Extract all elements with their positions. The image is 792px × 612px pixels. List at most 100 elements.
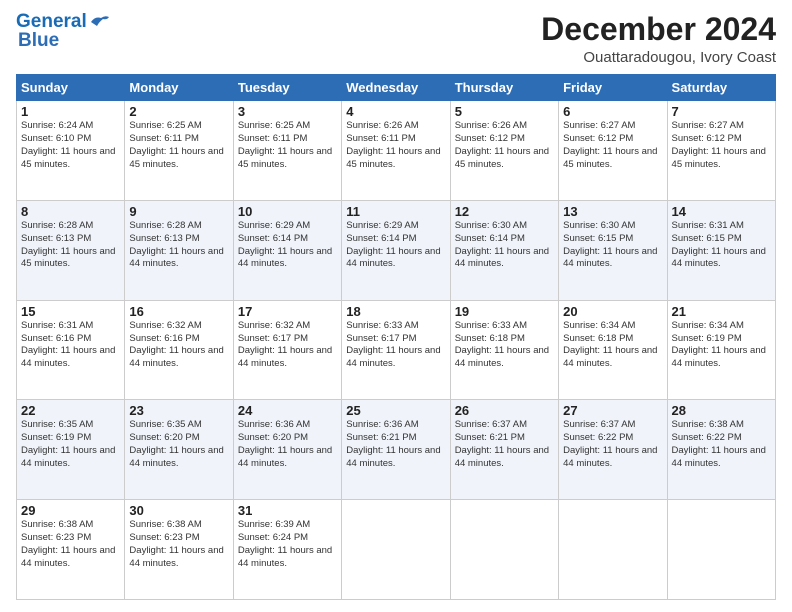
day-number: 26	[455, 403, 554, 418]
day-number: 25	[346, 403, 445, 418]
day-number: 11	[346, 204, 445, 219]
day-info: Sunrise: 6:36 AMSunset: 6:21 PMDaylight:…	[346, 419, 445, 470]
day-cell: 7Sunrise: 6:27 AMSunset: 6:12 PMDaylight…	[667, 101, 775, 201]
day-info: Sunrise: 6:33 AMSunset: 6:18 PMDaylight:…	[455, 320, 554, 371]
day-cell: 13Sunrise: 6:30 AMSunset: 6:15 PMDayligh…	[559, 200, 667, 300]
day-info: Sunrise: 6:29 AMSunset: 6:14 PMDaylight:…	[346, 220, 445, 271]
week-row-1: 1Sunrise: 6:24 AMSunset: 6:10 PMDaylight…	[17, 101, 776, 201]
day-info: Sunrise: 6:32 AMSunset: 6:16 PMDaylight:…	[129, 320, 228, 371]
day-info: Sunrise: 6:37 AMSunset: 6:22 PMDaylight:…	[563, 419, 662, 470]
page: General Blue December 2024 Ouattaradougo…	[0, 0, 792, 612]
day-cell: 28Sunrise: 6:38 AMSunset: 6:22 PMDayligh…	[667, 400, 775, 500]
day-info: Sunrise: 6:31 AMSunset: 6:15 PMDaylight:…	[672, 220, 771, 271]
day-number: 12	[455, 204, 554, 219]
week-row-3: 15Sunrise: 6:31 AMSunset: 6:16 PMDayligh…	[17, 300, 776, 400]
day-info: Sunrise: 6:38 AMSunset: 6:23 PMDaylight:…	[129, 519, 228, 570]
day-cell: 20Sunrise: 6:34 AMSunset: 6:18 PMDayligh…	[559, 300, 667, 400]
day-cell	[342, 500, 450, 600]
day-info: Sunrise: 6:38 AMSunset: 6:22 PMDaylight:…	[672, 419, 771, 470]
day-cell: 22Sunrise: 6:35 AMSunset: 6:19 PMDayligh…	[17, 400, 125, 500]
day-number: 22	[21, 403, 120, 418]
day-cell: 6Sunrise: 6:27 AMSunset: 6:12 PMDaylight…	[559, 101, 667, 201]
day-info: Sunrise: 6:29 AMSunset: 6:14 PMDaylight:…	[238, 220, 337, 271]
day-info: Sunrise: 6:25 AMSunset: 6:11 PMDaylight:…	[238, 120, 337, 171]
day-cell: 5Sunrise: 6:26 AMSunset: 6:12 PMDaylight…	[450, 101, 558, 201]
day-cell: 17Sunrise: 6:32 AMSunset: 6:17 PMDayligh…	[233, 300, 341, 400]
day-cell: 14Sunrise: 6:31 AMSunset: 6:15 PMDayligh…	[667, 200, 775, 300]
day-info: Sunrise: 6:28 AMSunset: 6:13 PMDaylight:…	[129, 220, 228, 271]
day-info: Sunrise: 6:35 AMSunset: 6:19 PMDaylight:…	[21, 419, 120, 470]
day-number: 7	[672, 104, 771, 119]
day-cell	[667, 500, 775, 600]
day-info: Sunrise: 6:33 AMSunset: 6:17 PMDaylight:…	[346, 320, 445, 371]
logo: General Blue	[16, 12, 111, 50]
day-cell: 25Sunrise: 6:36 AMSunset: 6:21 PMDayligh…	[342, 400, 450, 500]
day-info: Sunrise: 6:26 AMSunset: 6:11 PMDaylight:…	[346, 120, 445, 171]
day-info: Sunrise: 6:39 AMSunset: 6:24 PMDaylight:…	[238, 519, 337, 570]
day-number: 10	[238, 204, 337, 219]
day-cell: 19Sunrise: 6:33 AMSunset: 6:18 PMDayligh…	[450, 300, 558, 400]
title-block: December 2024 Ouattaradougou, Ivory Coas…	[541, 12, 776, 66]
day-info: Sunrise: 6:28 AMSunset: 6:13 PMDaylight:…	[21, 220, 120, 271]
day-number: 1	[21, 104, 120, 119]
weekday-friday: Friday	[559, 75, 667, 101]
weekday-saturday: Saturday	[667, 75, 775, 101]
day-info: Sunrise: 6:35 AMSunset: 6:20 PMDaylight:…	[129, 419, 228, 470]
day-info: Sunrise: 6:38 AMSunset: 6:23 PMDaylight:…	[21, 519, 120, 570]
day-number: 28	[672, 403, 771, 418]
day-info: Sunrise: 6:30 AMSunset: 6:15 PMDaylight:…	[563, 220, 662, 271]
day-info: Sunrise: 6:34 AMSunset: 6:18 PMDaylight:…	[563, 320, 662, 371]
day-cell: 11Sunrise: 6:29 AMSunset: 6:14 PMDayligh…	[342, 200, 450, 300]
logo-general: General	[16, 11, 87, 32]
day-cell: 31Sunrise: 6:39 AMSunset: 6:24 PMDayligh…	[233, 500, 341, 600]
weekday-tuesday: Tuesday	[233, 75, 341, 101]
day-number: 16	[129, 304, 228, 319]
day-cell	[450, 500, 558, 600]
weekday-thursday: Thursday	[450, 75, 558, 101]
day-number: 30	[129, 503, 228, 518]
header: General Blue December 2024 Ouattaradougo…	[16, 12, 776, 66]
day-number: 19	[455, 304, 554, 319]
day-number: 14	[672, 204, 771, 219]
day-info: Sunrise: 6:37 AMSunset: 6:21 PMDaylight:…	[455, 419, 554, 470]
day-info: Sunrise: 6:26 AMSunset: 6:12 PMDaylight:…	[455, 120, 554, 171]
week-row-2: 8Sunrise: 6:28 AMSunset: 6:13 PMDaylight…	[17, 200, 776, 300]
day-info: Sunrise: 6:34 AMSunset: 6:19 PMDaylight:…	[672, 320, 771, 371]
day-cell: 30Sunrise: 6:38 AMSunset: 6:23 PMDayligh…	[125, 500, 233, 600]
day-number: 17	[238, 304, 337, 319]
logo-bird-icon	[89, 14, 111, 30]
day-number: 24	[238, 403, 337, 418]
day-info: Sunrise: 6:30 AMSunset: 6:14 PMDaylight:…	[455, 220, 554, 271]
day-cell: 9Sunrise: 6:28 AMSunset: 6:13 PMDaylight…	[125, 200, 233, 300]
day-number: 15	[21, 304, 120, 319]
day-number: 23	[129, 403, 228, 418]
day-cell: 8Sunrise: 6:28 AMSunset: 6:13 PMDaylight…	[17, 200, 125, 300]
day-info: Sunrise: 6:36 AMSunset: 6:20 PMDaylight:…	[238, 419, 337, 470]
location: Ouattaradougou, Ivory Coast	[541, 49, 776, 66]
logo-blue: Blue	[18, 31, 59, 50]
day-number: 6	[563, 104, 662, 119]
calendar-table: SundayMondayTuesdayWednesdayThursdayFrid…	[16, 74, 776, 600]
day-cell: 23Sunrise: 6:35 AMSunset: 6:20 PMDayligh…	[125, 400, 233, 500]
day-number: 27	[563, 403, 662, 418]
day-number: 13	[563, 204, 662, 219]
day-info: Sunrise: 6:27 AMSunset: 6:12 PMDaylight:…	[672, 120, 771, 171]
day-number: 21	[672, 304, 771, 319]
month-title: December 2024	[541, 12, 776, 47]
day-cell: 27Sunrise: 6:37 AMSunset: 6:22 PMDayligh…	[559, 400, 667, 500]
day-cell: 16Sunrise: 6:32 AMSunset: 6:16 PMDayligh…	[125, 300, 233, 400]
week-row-4: 22Sunrise: 6:35 AMSunset: 6:19 PMDayligh…	[17, 400, 776, 500]
day-info: Sunrise: 6:25 AMSunset: 6:11 PMDaylight:…	[129, 120, 228, 171]
day-number: 18	[346, 304, 445, 319]
day-cell: 2Sunrise: 6:25 AMSunset: 6:11 PMDaylight…	[125, 101, 233, 201]
day-number: 5	[455, 104, 554, 119]
week-row-5: 29Sunrise: 6:38 AMSunset: 6:23 PMDayligh…	[17, 500, 776, 600]
weekday-header-row: SundayMondayTuesdayWednesdayThursdayFrid…	[17, 75, 776, 101]
day-cell: 18Sunrise: 6:33 AMSunset: 6:17 PMDayligh…	[342, 300, 450, 400]
day-info: Sunrise: 6:27 AMSunset: 6:12 PMDaylight:…	[563, 120, 662, 171]
day-number: 2	[129, 104, 228, 119]
day-cell: 24Sunrise: 6:36 AMSunset: 6:20 PMDayligh…	[233, 400, 341, 500]
day-cell: 1Sunrise: 6:24 AMSunset: 6:10 PMDaylight…	[17, 101, 125, 201]
weekday-sunday: Sunday	[17, 75, 125, 101]
day-info: Sunrise: 6:24 AMSunset: 6:10 PMDaylight:…	[21, 120, 120, 171]
